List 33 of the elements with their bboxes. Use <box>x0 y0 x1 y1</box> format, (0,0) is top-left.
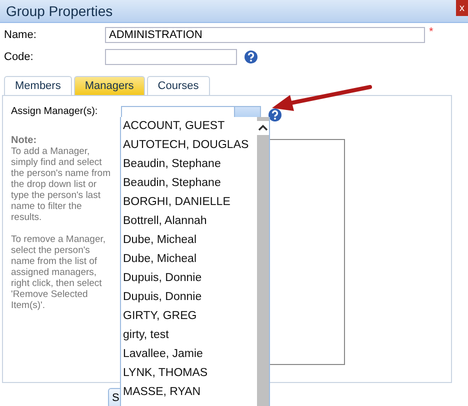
note-text: To add a Manager, simply find and select the person's name from the drop down list or type the person's last name to filter the results. <box>11 146 112 223</box>
list-item[interactable]: Beaudin, Stephane <box>123 155 257 174</box>
field-label: Code: <box>4 51 34 63</box>
required-marker: * <box>429 26 434 38</box>
help-icon[interactable] <box>244 50 258 64</box>
tab[interactable]: Managers <box>74 76 145 95</box>
caret-up-icon[interactable] <box>257 121 269 135</box>
text-field[interactable]: ADMINISTRATION <box>105 27 425 43</box>
list-item[interactable]: Bottrell, Alannah <box>123 212 257 231</box>
note-title: Note: <box>11 135 38 146</box>
tab[interactable]: Courses <box>146 76 210 95</box>
list-item[interactable]: girty, test <box>123 326 257 345</box>
field-label: Assign Manager(s): <box>11 106 99 117</box>
list-item[interactable]: ACCOUNT, GUEST <box>123 117 257 136</box>
help-icon[interactable] <box>268 108 282 122</box>
list-item[interactable]: LYNK, THOMAS <box>123 364 257 383</box>
list-item[interactable]: BORGHI, DANIELLE <box>123 193 257 212</box>
list-item[interactable]: Beaudin, Stephane <box>123 174 257 193</box>
scrollbar[interactable] <box>257 117 269 406</box>
list-item[interactable]: Dupuis, Donnie <box>123 288 257 307</box>
field-label: Name: <box>4 29 38 41</box>
list-item[interactable]: Dube, Micheal <box>123 231 257 250</box>
tab[interactable]: Members <box>4 76 72 95</box>
list-item[interactable]: Dupuis, Donnie <box>123 269 257 288</box>
list-item[interactable]: Lavallee, Jamie <box>123 345 257 364</box>
window-title: Group Properties <box>5 3 113 19</box>
close-button[interactable]: x <box>456 0 468 16</box>
note-text: To remove a Manager, select the person's name from the list of assigned managers, right click, then select 'Remove Selected Item(s)'. <box>11 234 107 311</box>
list-item[interactable]: Dube, Micheal <box>123 250 257 269</box>
text-field[interactable] <box>105 49 237 65</box>
list-item[interactable]: MASSE, RYAN <box>123 383 257 402</box>
list-item[interactable]: AUTOTECH, DOUGLAS <box>123 136 257 155</box>
list-item[interactable]: GIRTY, GREG <box>123 307 257 326</box>
